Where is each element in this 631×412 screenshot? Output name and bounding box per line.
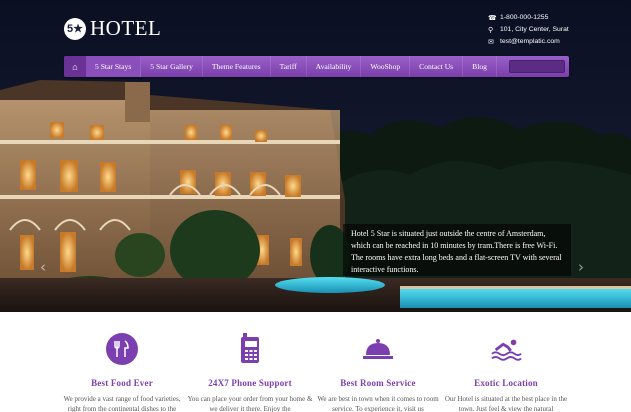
- slider-next-arrow[interactable]: ›: [578, 258, 584, 276]
- contact-phone: ☎ 1-800-000-1255: [488, 12, 569, 23]
- logo-text: HOTEL: [90, 16, 162, 40]
- site-logo[interactable]: 5★ HOTEL: [64, 16, 161, 41]
- nav-item-5-star-stays[interactable]: 5 Star Stays: [86, 56, 142, 77]
- nav-item-blog[interactable]: Blog: [463, 56, 497, 77]
- swimming-icon: [490, 333, 522, 365]
- contact-address: ⚲ 101, City Center, Surat: [488, 24, 569, 35]
- slider-caption: Hotel 5 Star is situated just outside th…: [343, 224, 571, 276]
- contact-info: ☎ 1-800-000-1255 ⚲ 101, City Center, Sur…: [488, 12, 569, 48]
- features-section: Best Food Ever We provide a vast range o…: [0, 312, 631, 412]
- phone-text: 1-800-000-1255: [500, 14, 549, 21]
- feature-title: Exotic Location: [474, 378, 538, 388]
- nav-item-5-star-gallery[interactable]: 5 Star Gallery: [141, 56, 203, 77]
- hero-slider: 5★ HOTEL ☎ 1-800-000-1255 ⚲ 101, City Ce…: [0, 0, 631, 312]
- nav-item-contact-us[interactable]: Contact Us: [410, 56, 464, 77]
- nav-item-theme-features[interactable]: Theme Features: [203, 56, 271, 77]
- search-input[interactable]: [509, 60, 565, 73]
- email-text[interactable]: test@templatic.com: [500, 38, 560, 45]
- mail-icon: ✉: [488, 37, 494, 46]
- phone-icon: [234, 333, 266, 365]
- main-nav: ⌂ 5 Star Stays 5 Star Gallery Theme Feat…: [64, 56, 569, 77]
- feature-exotic-location: Exotic Location Our Hotel is situated at…: [431, 312, 581, 412]
- contact-email[interactable]: ✉ test@templatic.com: [488, 36, 569, 47]
- room-service-icon: [362, 333, 394, 365]
- map-pin-icon: ⚲: [488, 25, 494, 34]
- cutlery-icon: [106, 333, 138, 365]
- phone-icon: ☎: [488, 13, 497, 22]
- feature-desc: Our Hotel is situated at the best place …: [444, 395, 568, 412]
- nav-item-availability[interactable]: Availability: [307, 56, 362, 77]
- logo-badge: 5★: [64, 17, 86, 40]
- home-icon[interactable]: ⌂: [64, 56, 86, 77]
- nav-item-tariff[interactable]: Tariff: [271, 56, 307, 77]
- slider-prev-arrow[interactable]: ‹: [40, 258, 46, 276]
- address-text: 101, City Center, Surat: [500, 26, 569, 33]
- nav-item-wooshop[interactable]: WooShop: [361, 56, 411, 77]
